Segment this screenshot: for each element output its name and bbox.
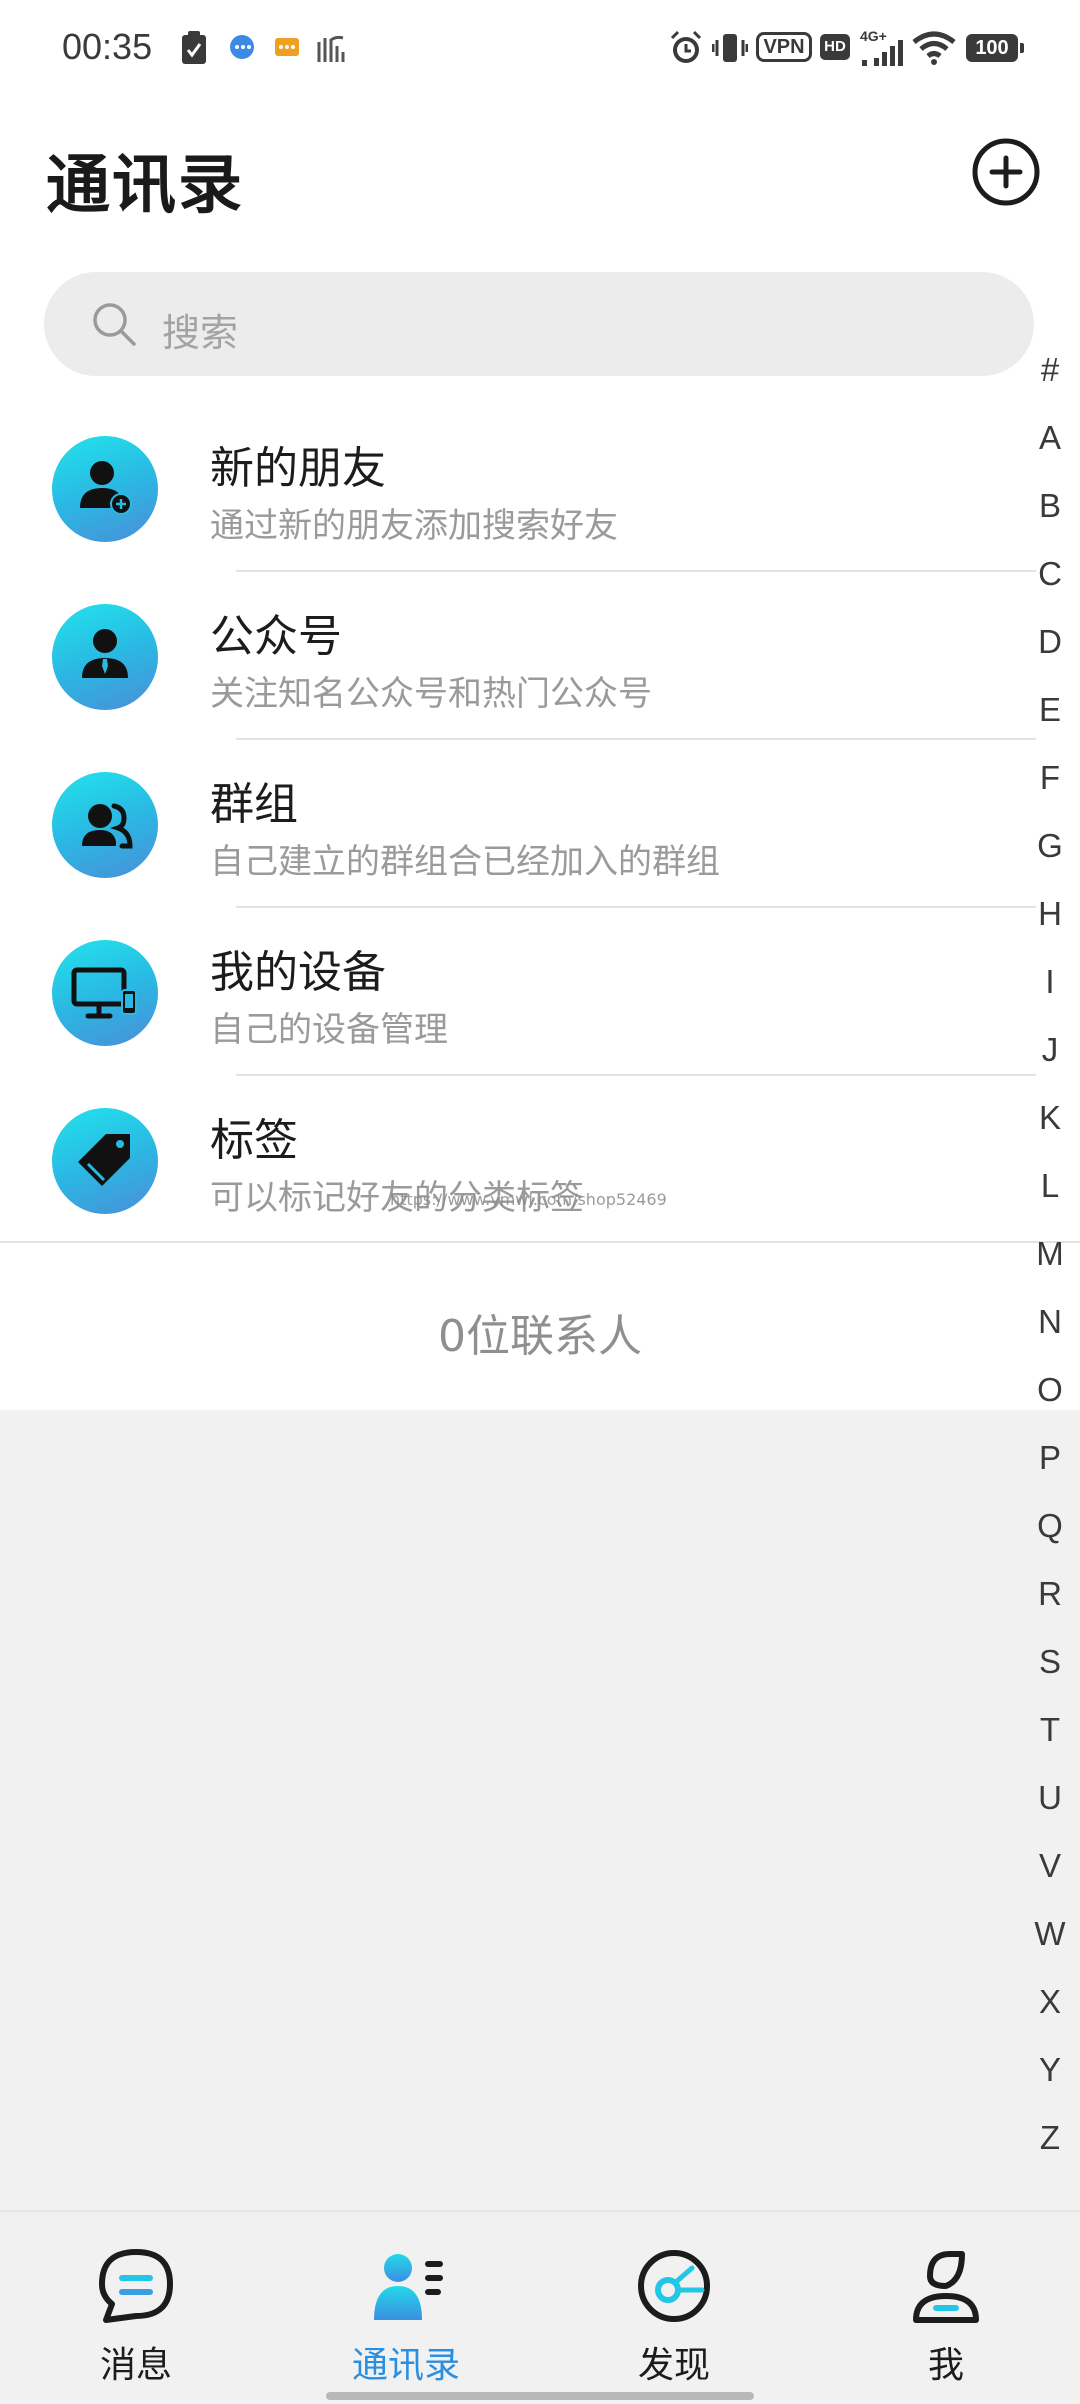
- search-input[interactable]: 搜索: [44, 272, 1034, 376]
- profile-icon: [913, 2251, 979, 2323]
- alpha-letter[interactable]: A: [1028, 404, 1072, 472]
- avatar: [52, 940, 158, 1046]
- alpha-letter[interactable]: B: [1028, 472, 1072, 540]
- section-divider: [0, 1241, 1080, 1243]
- battery-indicator: 100: [966, 34, 1024, 62]
- list-item-title: 公众号: [210, 611, 342, 662]
- tab-label: 我: [927, 2345, 964, 2386]
- list-item-subtitle: 通过新的朋友添加搜索好友: [210, 506, 618, 546]
- chat-bubble-blue-icon: [230, 35, 254, 59]
- add-person-icon: [80, 461, 132, 515]
- alpha-letter[interactable]: Q: [1028, 1492, 1072, 1560]
- signal-4g-icon: 4G+: [860, 28, 903, 66]
- alpha-letter[interactable]: T: [1028, 1696, 1072, 1764]
- tab-discover[interactable]: 发现: [574, 2212, 774, 2404]
- alpha-letter[interactable]: L: [1028, 1152, 1072, 1220]
- tab-label: 消息: [99, 2345, 172, 2386]
- list-item-subtitle: 自己建立的群组合已经加入的群组: [210, 842, 720, 882]
- alpha-letter[interactable]: G: [1028, 812, 1072, 880]
- alarm-icon: [670, 30, 702, 63]
- contact-count: 0位联系人: [438, 1311, 642, 1362]
- compass-icon: [638, 2250, 710, 2322]
- avatar: [52, 1108, 158, 1214]
- vpn-badge: VPN: [756, 32, 812, 62]
- tag-icon: [78, 1134, 130, 1186]
- avatar: [52, 436, 158, 542]
- alpha-letter[interactable]: R: [1028, 1560, 1072, 1628]
- home-indicator[interactable]: [326, 2392, 754, 2400]
- status-time: 00:35: [62, 26, 153, 67]
- list-item-official-accounts[interactable]: 公众号 关注知名公众号和热门公众号: [0, 572, 1040, 740]
- contacts-icon: [374, 2254, 443, 2320]
- alpha-letter[interactable]: D: [1028, 608, 1072, 676]
- add-circle-icon[interactable]: [970, 136, 1042, 208]
- alpha-letter[interactable]: #: [1028, 336, 1072, 404]
- alpha-letter[interactable]: O: [1028, 1356, 1072, 1424]
- search-icon: [93, 303, 136, 346]
- list-item-title: 标签: [210, 1115, 298, 1166]
- avatar: [52, 604, 158, 710]
- tab-label: 发现: [637, 2345, 710, 2386]
- alpha-letter[interactable]: C: [1028, 540, 1072, 608]
- bottom-nav: 消息 通讯录 发现 我: [0, 2210, 1080, 2404]
- tab-messages[interactable]: 消息: [36, 2212, 236, 2404]
- tab-contacts[interactable]: 通讯录: [306, 2212, 506, 2404]
- chat-bubble-icon: [99, 2249, 173, 2323]
- alpha-letter[interactable]: F: [1028, 744, 1072, 812]
- alpha-letter[interactable]: E: [1028, 676, 1072, 744]
- list-item-subtitle: 关注知名公众号和热门公众号: [210, 674, 652, 714]
- page-title: 通讯录: [46, 149, 244, 223]
- list-item-new-friends[interactable]: 新的朋友 通过新的朋友添加搜索好友: [0, 404, 1040, 572]
- list-item-title: 群组: [210, 779, 298, 830]
- alpha-letter[interactable]: U: [1028, 1764, 1072, 1832]
- list-item-subtitle: 自己的设备管理: [210, 1010, 448, 1050]
- status-bar: 00:35 VPN HD 4G+ 100: [0, 0, 1080, 96]
- tab-me[interactable]: 我: [846, 2212, 1046, 2404]
- clipboard-check-icon: [182, 31, 206, 64]
- svg-text:4G+: 4G+: [860, 28, 887, 44]
- watermark-text: https://www.ymwl.com/shop52469: [390, 1190, 667, 1209]
- business-person-icon: [82, 629, 128, 678]
- avatar: [52, 772, 158, 878]
- alpha-letter[interactable]: Y: [1028, 2036, 1072, 2104]
- list-item-title: 新的朋友: [210, 443, 386, 494]
- alpha-letter[interactable]: W: [1028, 1900, 1072, 1968]
- message-orange-icon: [275, 38, 299, 56]
- list-item-groups[interactable]: 群组 自己建立的群组合已经加入的群组: [0, 740, 1040, 908]
- app-stripes-icon: [317, 35, 345, 62]
- wifi-icon: [912, 31, 956, 65]
- list-item-tags[interactable]: 标签 可以标记好友的分类标签: [0, 1076, 1040, 1244]
- alpha-letter[interactable]: P: [1028, 1424, 1072, 1492]
- alpha-letter[interactable]: J: [1028, 1016, 1072, 1084]
- search-placeholder: 搜索: [162, 311, 239, 355]
- alpha-letter[interactable]: K: [1028, 1084, 1072, 1152]
- monitor-phone-icon: [71, 967, 137, 1019]
- list-item-title: 我的设备: [210, 947, 386, 998]
- group-icon: [82, 803, 133, 849]
- alpha-letter[interactable]: X: [1028, 1968, 1072, 2036]
- hd-badge: HD: [820, 34, 850, 60]
- alpha-letter[interactable]: M: [1028, 1220, 1072, 1288]
- alpha-letter[interactable]: H: [1028, 880, 1072, 948]
- tab-label: 通讯录: [351, 2345, 460, 2386]
- alpha-letter[interactable]: I: [1028, 948, 1072, 1016]
- list-item-my-devices[interactable]: 我的设备 自己的设备管理: [0, 908, 1040, 1076]
- alphabet-index[interactable]: # A B C D E F G H I J K L M N O P Q R S …: [1028, 336, 1072, 2172]
- alpha-letter[interactable]: N: [1028, 1288, 1072, 1356]
- vibrate-icon: [712, 34, 748, 62]
- alpha-letter[interactable]: S: [1028, 1628, 1072, 1696]
- alpha-letter[interactable]: Z: [1028, 2104, 1072, 2172]
- alpha-letter[interactable]: V: [1028, 1832, 1072, 1900]
